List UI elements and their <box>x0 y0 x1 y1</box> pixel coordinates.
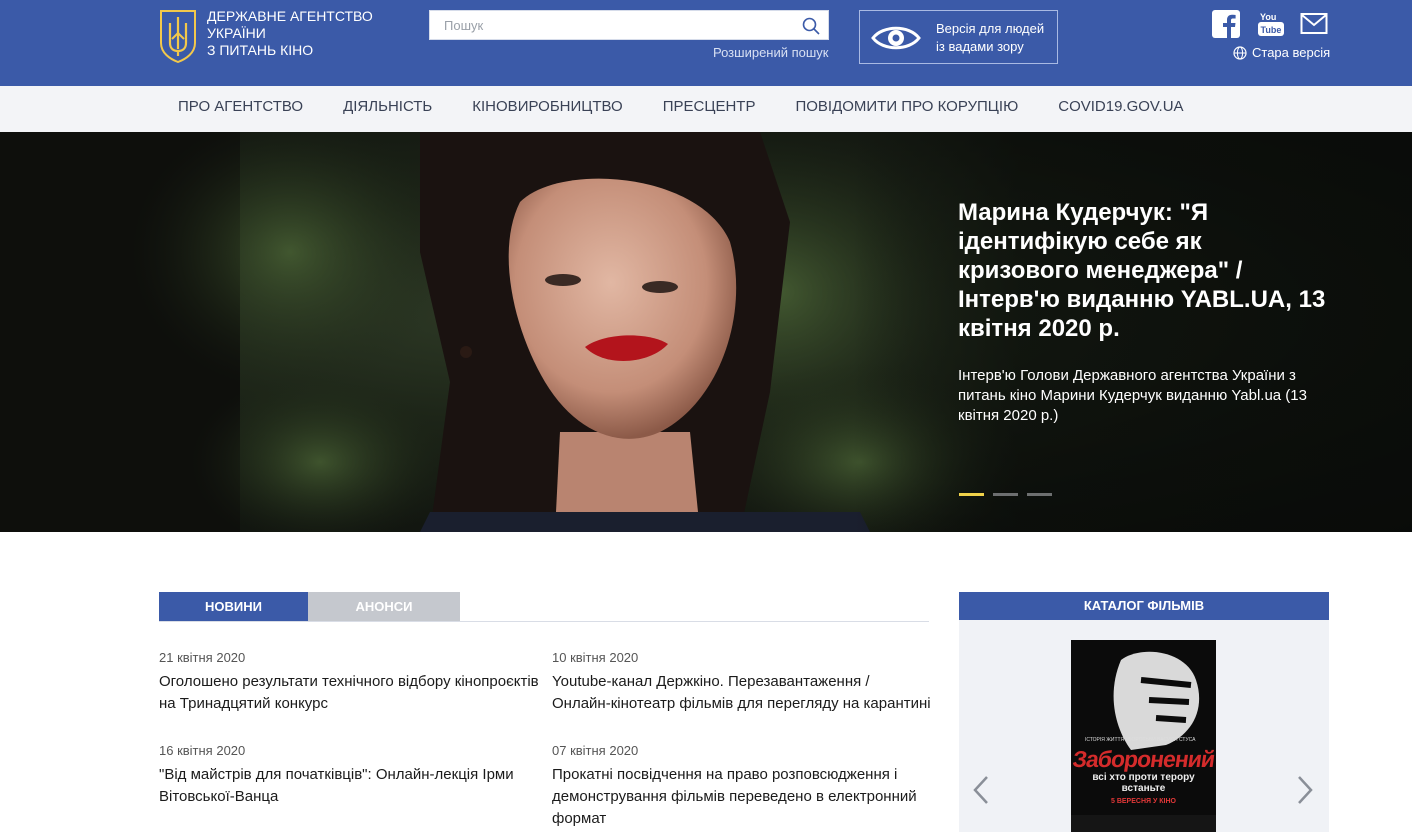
film-catalog-carousel: ІСТОРІЯ ЖИТТЯ І БОРОТЬБИ ВАСИЛЯ СТУСА За… <box>959 620 1329 832</box>
nav-item-press-center[interactable]: ПРЕСЦЕНТР <box>663 86 756 128</box>
poster-tagline: всі хто проти терору встаньте <box>1092 772 1195 794</box>
svg-text:Tube: Tube <box>1261 25 1282 35</box>
agency-line-2: УКРАЇНИ <box>207 25 266 41</box>
news-title-link[interactable]: Youtube-канал Держкіно. Перезавантаження… <box>552 671 932 715</box>
poster-title: Заборонений <box>1071 746 1216 772</box>
youtube-icon[interactable]: You Tube <box>1257 10 1285 38</box>
globe-icon <box>1233 45 1247 60</box>
hero-title[interactable]: Марина Кудерчук: "Я ідентифікую себе як … <box>958 198 1328 343</box>
trident-logo[interactable] <box>158 9 198 63</box>
old-version-link[interactable]: Стара версія <box>1233 45 1330 60</box>
tab-announcements[interactable]: АНОНСИ <box>308 592 460 621</box>
old-version-label: Стара версія <box>1252 45 1331 60</box>
hero-description: Інтерв'ю Голови Державного агентства Укр… <box>958 367 1307 424</box>
news-item: 07 квітня 2020 Прокатні посвідчення на п… <box>552 743 932 830</box>
film-poster[interactable]: ІСТОРІЯ ЖИТТЯ І БОРОТЬБИ ВАСИЛЯ СТУСА За… <box>1071 640 1216 832</box>
vision-label-line-2: із вадами зору <box>936 39 1024 54</box>
slider-dots <box>959 493 1052 496</box>
facebook-icon[interactable] <box>1212 10 1240 38</box>
agency-name[interactable]: ДЕРЖАВНЕ АГЕНТСТВО УКРАЇНИ З ПИТАНЬ КІНО <box>207 8 407 59</box>
chevron-right-icon[interactable] <box>1295 775 1315 805</box>
news-title-link[interactable]: "Від майстрів для початківців": Онлайн-л… <box>159 764 539 808</box>
hero-slider[interactable]: Марина Кудерчук: "Я ідентифікую себе як … <box>0 132 1412 532</box>
accessibility-version-button[interactable]: Версія для людей із вадами зору <box>859 10 1058 64</box>
news-item: 16 квітня 2020 "Від майстрів для початкі… <box>159 743 539 808</box>
nav-item-about[interactable]: ПРО АГЕНТСТВО <box>178 86 303 128</box>
news-date: 16 квітня 2020 <box>159 743 246 758</box>
news-date: 21 квітня 2020 <box>159 650 246 665</box>
poster-subtitle: ІСТОРІЯ ЖИТТЯ І БОРОТЬБИ ВАСИЛЯ СТУСА <box>1085 737 1196 743</box>
search-input[interactable] <box>430 11 790 39</box>
agency-line-1: ДЕРЖАВНЕ АГЕНТСТВО <box>207 8 373 24</box>
vision-label-line-1: Версія для людей <box>936 21 1045 36</box>
mail-icon[interactable] <box>1300 10 1328 38</box>
news-title-link[interactable]: Оголошено результати технічного відбору … <box>159 671 539 715</box>
agency-line-3: З ПИТАНЬ КІНО <box>207 42 314 58</box>
news-tabs: НОВИНИ АНОНСИ <box>159 592 929 622</box>
nav-item-report-corruption[interactable]: ПОВІДОМИТИ ПРО КОРУПЦІЮ <box>795 86 1018 128</box>
news-item: 10 квітня 2020 Youtube-канал Держкіно. П… <box>552 650 932 715</box>
search-box <box>429 10 829 40</box>
film-catalog-heading[interactable]: КАТАЛОГ ФІЛЬМІВ <box>959 592 1329 620</box>
news-date: 07 квітня 2020 <box>552 743 639 758</box>
poster-release-date: 5 ВЕРЕСНЯ У КІНО <box>1110 798 1176 805</box>
news-date: 10 квітня 2020 <box>552 650 639 665</box>
nav-item-covid[interactable]: COVID19.GOV.UA <box>1058 86 1183 128</box>
advanced-search-link[interactable]: Розширений пошук <box>713 45 829 60</box>
news-title-link[interactable]: Прокатні посвідчення на право розповсюдж… <box>552 764 932 830</box>
eye-icon <box>871 26 921 50</box>
chevron-left-icon[interactable] <box>971 775 991 805</box>
svg-text:You: You <box>1260 12 1276 22</box>
nav-item-film-production[interactable]: КІНОВИРОБНИЦТВО <box>472 86 622 128</box>
main-navigation: ПРО АГЕНТСТВО ДІЯЛЬНІСТЬ КІНОВИРОБНИЦТВО… <box>0 86 1412 132</box>
top-header: ДЕРЖАВНЕ АГЕНТСТВО УКРАЇНИ З ПИТАНЬ КІНО… <box>0 0 1412 86</box>
slider-dot-2[interactable] <box>993 493 1018 496</box>
search-icon[interactable] <box>802 17 820 35</box>
tab-news[interactable]: НОВИНИ <box>159 592 308 621</box>
nav-item-activity[interactable]: ДІЯЛЬНІСТЬ <box>343 86 432 128</box>
slider-dot-3[interactable] <box>1027 493 1052 496</box>
slider-dot-1[interactable] <box>959 493 984 496</box>
news-item: 21 квітня 2020 Оголошено результати техн… <box>159 650 539 715</box>
